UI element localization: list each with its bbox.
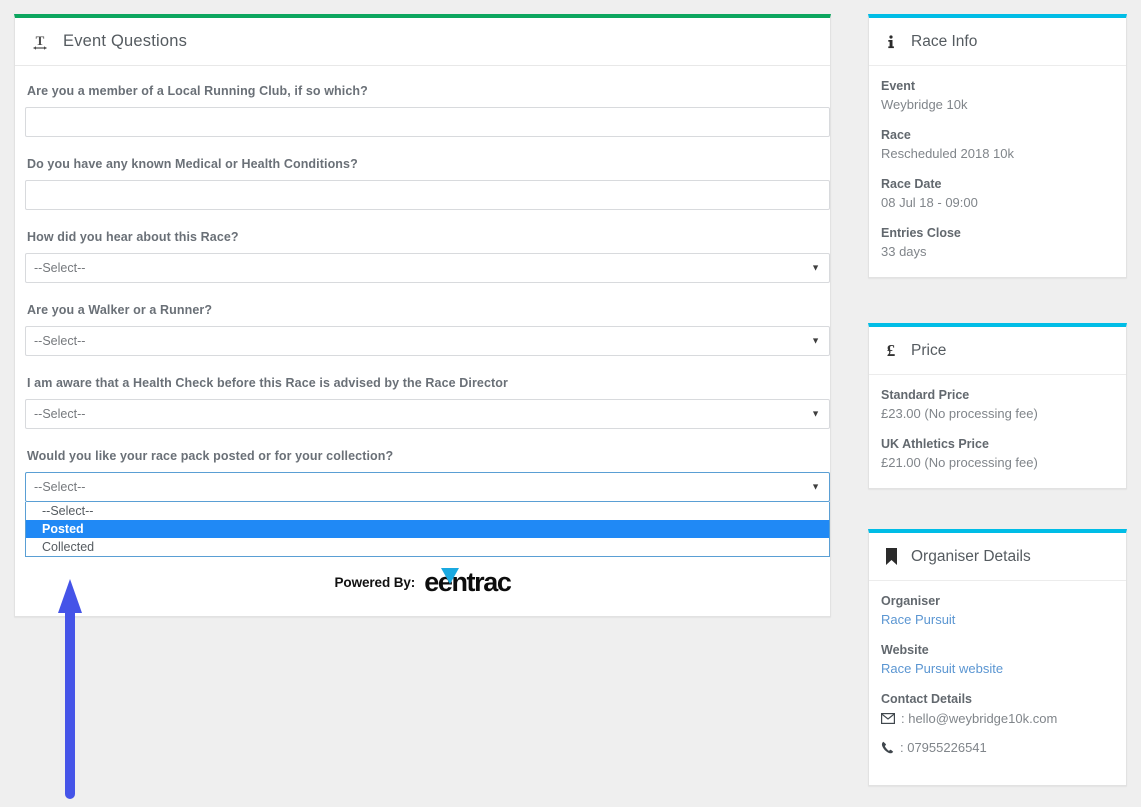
option-posted[interactable]: Posted <box>26 520 829 538</box>
panel-header: T Event Questions <box>15 18 830 66</box>
question-field-6: Would you like your race pack posted or … <box>23 449 830 557</box>
price-row-uk-athletics: UK Athletics Price £21.00 (No processing… <box>881 437 1114 470</box>
select-value: --Select-- <box>34 334 86 348</box>
race-info-row-race: Race Rescheduled 2018 10k <box>881 128 1114 161</box>
race-pack-select[interactable]: --Select-- ▼ <box>25 472 830 502</box>
race-info-body: Event Weybridge 10k Race Rescheduled 201… <box>869 66 1126 277</box>
hear-about-race-select[interactable]: --Select-- ▼ <box>25 253 830 283</box>
row-label: Event <box>881 79 916 93</box>
event-questions-panel: T Event Questions Are you a member of a … <box>14 14 831 617</box>
select-value: --Select-- <box>34 261 86 275</box>
powered-by-label: Powered By: <box>334 575 416 590</box>
contact-phone-value: : 07955226541 <box>900 740 987 755</box>
chevron-down-icon: ▼ <box>811 335 820 346</box>
row-label: UK Athletics Price <box>881 437 989 451</box>
row-value: Weybridge 10k <box>881 97 968 112</box>
running-club-input[interactable] <box>25 107 830 137</box>
select-value: --Select-- <box>34 480 86 494</box>
question-field-5: I am aware that a Health Check before th… <box>23 376 830 429</box>
question-field-2: Do you have any known Medical or Health … <box>23 157 830 210</box>
envelope-icon <box>881 713 895 724</box>
race-pack-option-list[interactable]: --Select-- Posted Collected <box>25 502 830 557</box>
row-label: Contact Details <box>881 692 972 706</box>
organiser-title: Organiser Details <box>911 547 1031 565</box>
row-value: £21.00 (No processing fee) <box>881 455 1038 470</box>
organiser-header: Organiser Details <box>869 533 1126 581</box>
organiser-row-contact: Contact Details : hello@weybridge10k.com <box>881 692 1114 755</box>
price-title: Price <box>911 341 947 359</box>
price-row-standard: Standard Price £23.00 (No processing fee… <box>881 388 1114 421</box>
walker-or-runner-select[interactable]: --Select-- ▼ <box>25 326 830 356</box>
contact-email-row: : hello@weybridge10k.com <box>881 711 1114 726</box>
row-label: Website <box>881 643 929 657</box>
info-icon <box>881 34 901 50</box>
pound-icon: £ <box>886 340 896 360</box>
organiser-row-organiser: Organiser Race Pursuit <box>881 594 1114 627</box>
health-check-select[interactable]: --Select-- ▼ <box>25 399 830 429</box>
medical-conditions-input[interactable] <box>25 180 830 210</box>
row-value: £23.00 (No processing fee) <box>881 406 1038 421</box>
question-label-4: Are you a Walker or a Runner? <box>27 303 213 317</box>
eventrac-logo[interactable]: e entrac <box>424 567 512 597</box>
row-label: Entries Close <box>881 226 961 240</box>
powered-by: Powered By: e entrac <box>23 567 822 602</box>
question-label-2: Do you have any known Medical or Health … <box>27 157 358 171</box>
text-format-icon: T <box>29 31 51 53</box>
bookmark-icon <box>881 548 901 565</box>
question-field-4: Are you a Walker or a Runner? --Select--… <box>23 303 830 356</box>
chevron-down-icon: ▼ <box>811 262 820 273</box>
question-field-3: How did you hear about this Race? --Sele… <box>23 230 830 283</box>
race-info-title: Race Info <box>911 32 978 50</box>
organiser-link[interactable]: Race Pursuit <box>881 612 1114 627</box>
race-info-row-entries-close: Entries Close 33 days <box>881 226 1114 259</box>
race-info-row-event: Event Weybridge 10k <box>881 79 1114 112</box>
organiser-row-website: Website Race Pursuit website <box>881 643 1114 676</box>
organiser-details-card: Organiser Details Organiser Race Pursuit… <box>868 529 1127 786</box>
organiser-body: Organiser Race Pursuit Website Race Purs… <box>869 581 1126 785</box>
select-value: --Select-- <box>34 407 86 421</box>
option-collected[interactable]: Collected <box>26 538 829 556</box>
row-value: 08 Jul 18 - 09:00 <box>881 195 978 210</box>
logo-check-icon <box>441 568 460 584</box>
logo-text-pre: e <box>424 567 439 597</box>
question-label-5: I am aware that a Health Check before th… <box>27 376 508 390</box>
phone-icon <box>881 741 894 754</box>
race-info-row-race-date: Race Date 08 Jul 18 - 09:00 <box>881 177 1114 210</box>
questions-form: Are you a member of a Local Running Club… <box>15 66 830 616</box>
question-label-3: How did you hear about this Race? <box>27 230 239 244</box>
race-info-card: Race Info Event Weybridge 10k Race Resch… <box>868 14 1127 278</box>
website-link[interactable]: Race Pursuit website <box>881 661 1114 676</box>
chevron-down-icon: ▼ <box>811 408 820 419</box>
question-field-1: Are you a member of a Local Running Club… <box>23 84 830 137</box>
price-card: £ Price Standard Price £23.00 (No proces… <box>868 323 1127 489</box>
price-body: Standard Price £23.00 (No processing fee… <box>869 375 1126 488</box>
row-value: Rescheduled 2018 10k <box>881 146 1014 161</box>
question-label-6: Would you like your race pack posted or … <box>27 449 394 463</box>
option-select-placeholder[interactable]: --Select-- <box>26 502 829 520</box>
race-info-header: Race Info <box>869 18 1126 66</box>
row-value: 33 days <box>881 244 927 259</box>
contact-email-value: : hello@weybridge10k.com <box>901 711 1058 726</box>
price-header: £ Price <box>869 327 1126 375</box>
panel-title: Event Questions <box>63 32 188 50</box>
row-label: Race Date <box>881 177 942 191</box>
page-root: T Event Questions Are you a member of a … <box>0 0 1141 807</box>
contact-phone-row: : 07955226541 <box>881 740 1114 755</box>
chevron-down-icon: ▼ <box>811 481 820 492</box>
row-label: Standard Price <box>881 388 970 402</box>
row-label: Race <box>881 128 911 142</box>
row-label: Organiser <box>881 594 941 608</box>
svg-text:T: T <box>36 33 45 48</box>
question-label-1: Are you a member of a Local Running Club… <box>27 84 368 98</box>
